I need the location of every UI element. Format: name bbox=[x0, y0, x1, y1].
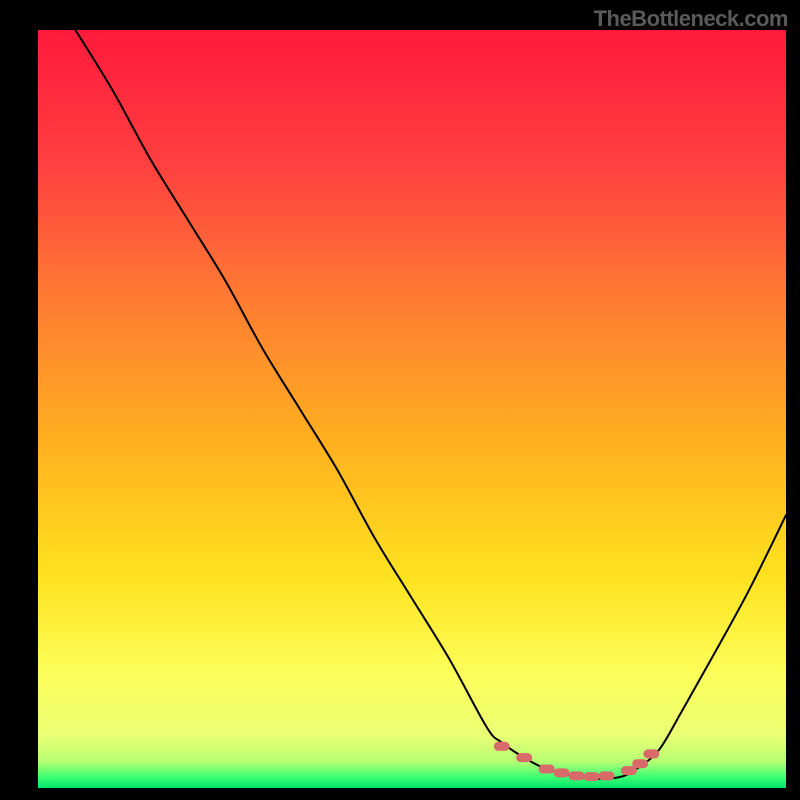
marker-dot bbox=[643, 749, 659, 758]
marker-dot bbox=[632, 759, 648, 768]
marker-dot bbox=[554, 768, 570, 777]
marker-dot bbox=[516, 753, 532, 762]
chart-canvas: TheBottleneck.com bbox=[0, 0, 800, 800]
marker-dot bbox=[494, 742, 510, 751]
marker-dot bbox=[569, 771, 585, 780]
marker-dot bbox=[598, 771, 614, 780]
bottleneck-plot bbox=[0, 0, 800, 800]
watermark-text: TheBottleneck.com bbox=[594, 6, 788, 32]
marker-dot bbox=[539, 765, 555, 774]
marker-dot bbox=[584, 772, 600, 781]
gradient-background bbox=[38, 30, 786, 788]
